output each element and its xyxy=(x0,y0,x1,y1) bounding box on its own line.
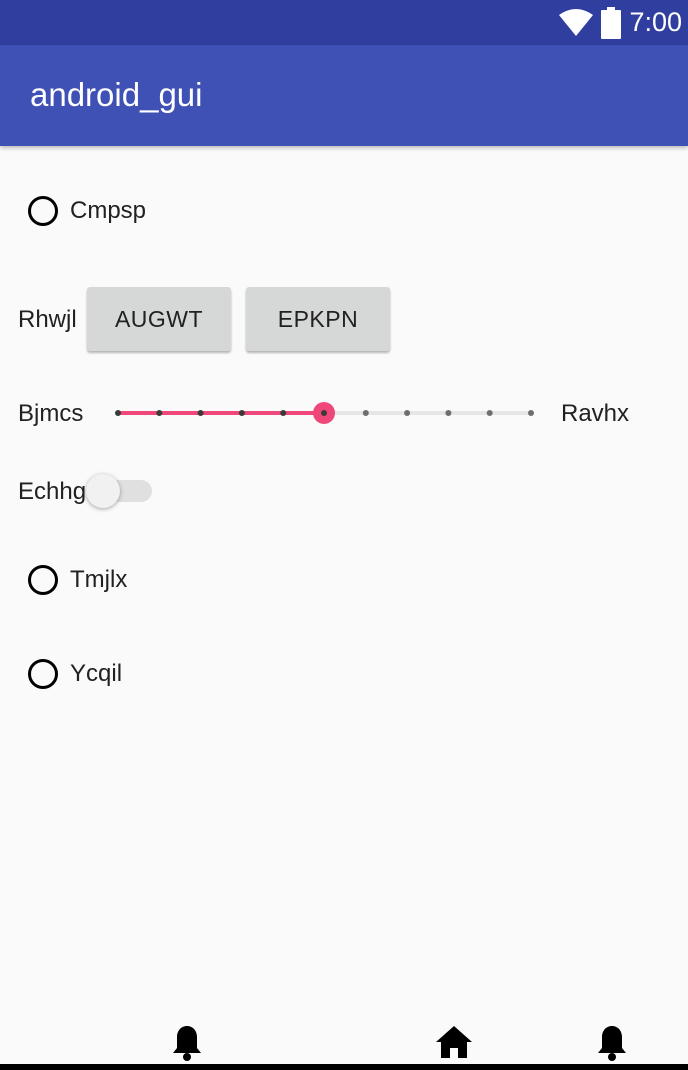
wifi-icon xyxy=(559,8,594,37)
slider-tick xyxy=(197,410,204,416)
radio-label: Ycqil xyxy=(70,660,123,687)
radio-circle[interactable] xyxy=(28,659,58,689)
slider-thumb-dot xyxy=(321,410,327,416)
radio-cmpsp[interactable]: Cmpsp xyxy=(28,191,146,231)
slider-right-label: Ravhx xyxy=(561,400,630,427)
bell-icon[interactable] xyxy=(171,1024,203,1067)
bottom-edge xyxy=(0,1064,688,1070)
switch-thumb[interactable] xyxy=(86,474,120,508)
app-title: android_gui xyxy=(30,76,203,113)
slider-left-label: Bjmcs xyxy=(18,400,84,427)
slider-tick xyxy=(445,410,452,416)
slider-tick xyxy=(280,410,287,416)
app-bar: android_gui xyxy=(0,45,688,146)
radio-label: Tmjlx xyxy=(70,566,128,593)
switch-label: Echhg xyxy=(18,478,87,505)
status-icons: 7:00 xyxy=(559,0,682,45)
radio-circle[interactable] xyxy=(28,196,58,226)
button-row-label: Rhwjl xyxy=(18,306,77,333)
slider-tick xyxy=(115,410,121,416)
slider-tick xyxy=(156,410,163,416)
status-time: 7:00 xyxy=(629,7,682,37)
slider-tick xyxy=(528,410,534,416)
discrete-slider[interactable] xyxy=(110,393,542,433)
status-bar: 7:00 xyxy=(0,0,688,45)
bell-icon[interactable] xyxy=(596,1024,628,1067)
home-icon[interactable] xyxy=(436,1024,472,1065)
slider-tick xyxy=(238,410,245,416)
slider-tick xyxy=(486,410,493,416)
radio-tmjlx[interactable]: Tmjlx xyxy=(28,560,127,600)
radio-circle[interactable] xyxy=(28,565,58,595)
radio-label: Cmpsp xyxy=(70,197,147,224)
epkpn-button[interactable]: EPKPN xyxy=(246,287,390,351)
radio-ycqil[interactable]: Ycqil xyxy=(28,654,122,694)
battery-icon xyxy=(601,6,622,39)
augwt-button[interactable]: AUGWT xyxy=(87,287,231,351)
slider-tick xyxy=(362,410,369,416)
slider-tick xyxy=(404,410,411,416)
